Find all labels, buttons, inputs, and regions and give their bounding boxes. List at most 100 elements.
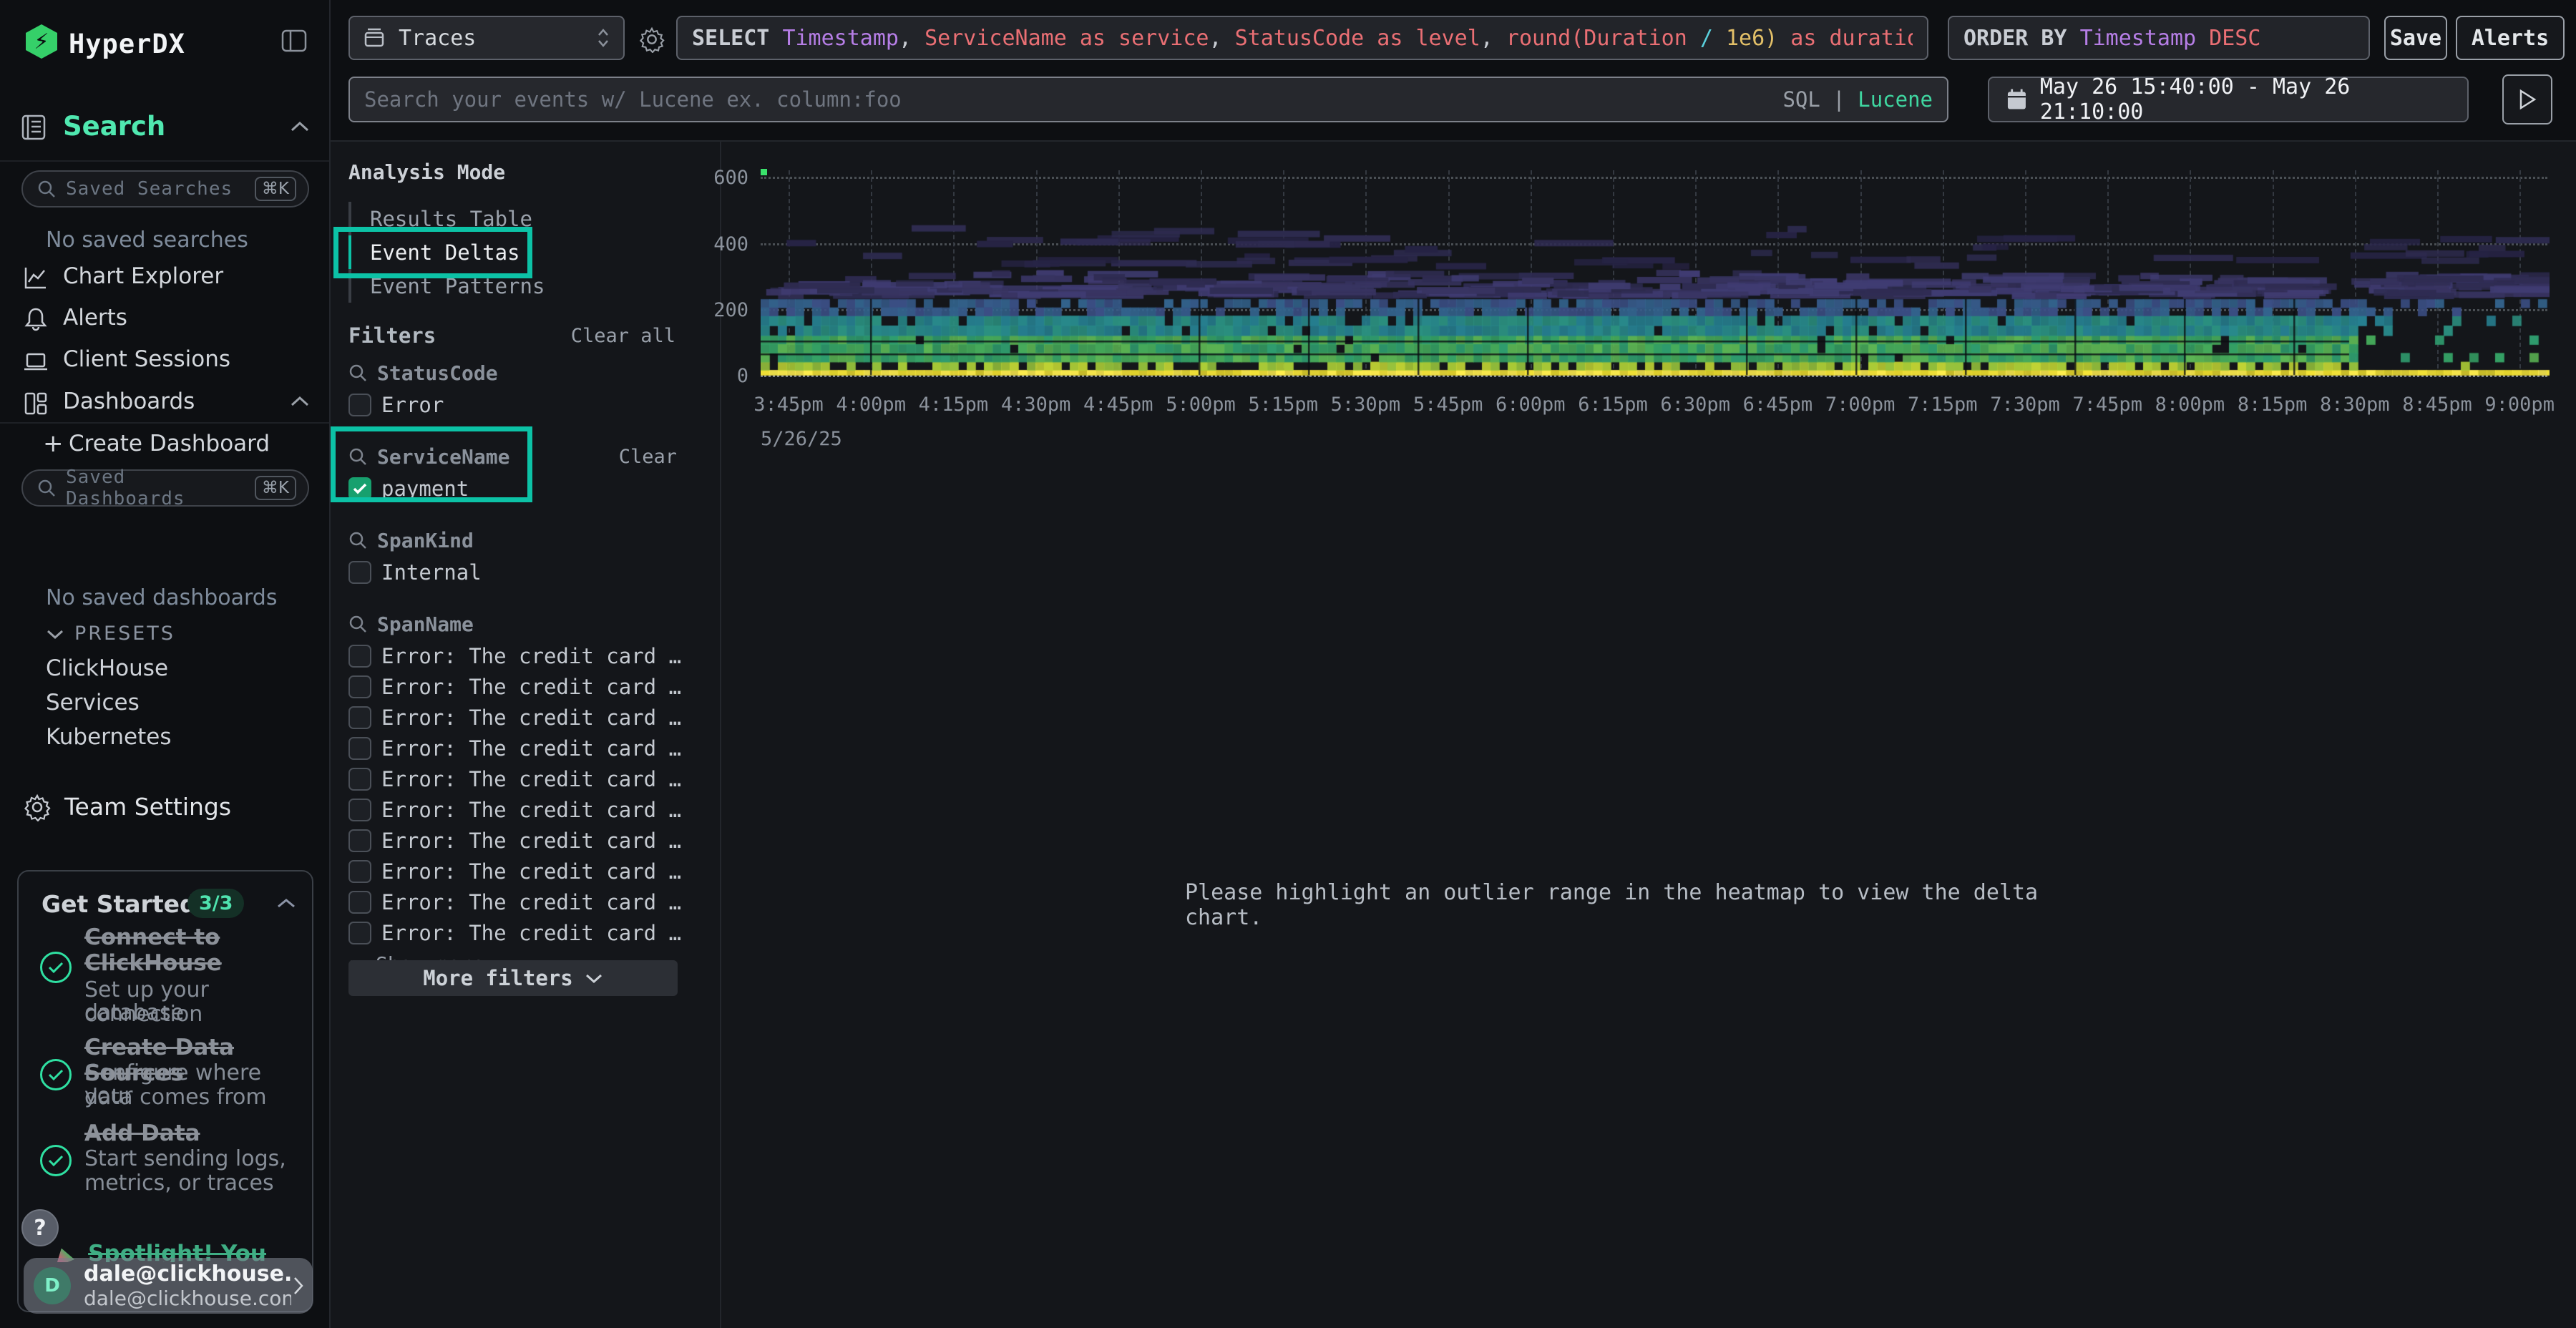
user-org: dale@clickhouse.com's (84, 1286, 291, 1310)
filter-checkbox-row[interactable]: Error: The credit card … (348, 856, 703, 887)
saved-dashboards-input[interactable]: Saved Dashboards ⌘K (21, 469, 309, 507)
plus-icon: + (43, 429, 64, 458)
bell-icon (23, 306, 49, 335)
search-placeholder: Search your events w/ Lucene ex. column:… (364, 87, 902, 112)
help-button[interactable]: ? (21, 1209, 59, 1246)
sidebar-item-alerts[interactable]: Alerts (63, 305, 127, 331)
checkbox-unchecked[interactable] (348, 891, 371, 914)
annotation-box-servicename (331, 426, 532, 502)
filter-checkbox-row[interactable]: Error: The credit card … (348, 887, 703, 917)
date-range-picker[interactable]: May 26 15:40:00 - May 26 21:10:00 (1988, 77, 2469, 122)
filter-value-label: Error: The credit card … (381, 736, 681, 761)
x-tick-label: 8:45pm (2402, 394, 2472, 416)
sql-token: round(Duration (1506, 26, 1687, 51)
create-dashboard-button[interactable]: Create Dashboard (69, 431, 270, 456)
filter-group-label: SpanKind (377, 529, 474, 552)
sql-toggle[interactable]: SQL (1782, 87, 1820, 112)
checkbox-unchecked[interactable] (348, 860, 371, 883)
save-button[interactable]: Save (2384, 16, 2447, 60)
sql-select-editor[interactable]: SELECT Timestamp, ServiceName as service… (676, 16, 1928, 60)
chevron-right-icon (291, 1275, 306, 1297)
x-tick-label: 6:00pm (1496, 394, 1566, 416)
checkbox-unchecked[interactable] (348, 645, 371, 668)
sidebar-item-dashboards[interactable]: Dashboards (63, 389, 195, 414)
user-email: dale@clickhouse.com (84, 1261, 291, 1286)
filter-value-label: Error: The credit card … (381, 767, 681, 791)
presets-header[interactable]: PRESETS (74, 622, 175, 645)
no-saved-searches-text: No saved searches (46, 228, 248, 253)
select-chevrons-icon (596, 26, 610, 49)
x-tick-label: 5:45pm (1413, 394, 1483, 416)
x-tick-label: 8:30pm (2320, 394, 2390, 416)
filter-value-label: Error: The credit card … (381, 859, 681, 884)
source-settings-gear-icon[interactable] (638, 26, 665, 56)
orderby-editor[interactable]: ORDER BY Timestamp DESC (1948, 16, 2370, 60)
sidebar-item-services[interactable]: Services (46, 690, 140, 716)
checkbox-unchecked[interactable] (348, 799, 371, 821)
toggle-divider: | (1833, 87, 1845, 112)
sidebar-item-kubernetes[interactable]: Kubernetes (46, 724, 171, 750)
get-started-title: Get Started (42, 890, 197, 918)
filter-checkbox-row[interactable]: Error: The credit card … (348, 702, 703, 733)
checkbox-unchecked[interactable] (348, 561, 371, 584)
chevron-up-icon[interactable] (289, 120, 311, 136)
sidebar-item-team-settings[interactable]: Team Settings (64, 793, 231, 821)
filter-value-label: Error (381, 393, 444, 417)
filter-checkbox-row[interactable]: Error: The credit card … (348, 671, 703, 702)
filter-checkbox-row[interactable]: Error: The credit card … (348, 763, 703, 794)
lucene-toggle[interactable]: Lucene (1858, 87, 1933, 112)
x-tick-label: 3:45pm (753, 394, 824, 416)
run-query-button[interactable] (2502, 74, 2552, 125)
sidebar-item-chart-explorer[interactable]: Chart Explorer (63, 263, 223, 289)
get-started-item-title: ClickHouse (84, 950, 222, 976)
y-tick-0: 0 (691, 365, 748, 387)
sidebar-item-search[interactable]: Search (63, 111, 165, 142)
x-tick-label: 8:00pm (2155, 394, 2225, 416)
user-menu[interactable]: D dale@clickhouse.com dale@clickhouse.co… (24, 1258, 313, 1314)
filter-checkbox-row[interactable]: Error: The credit card … (348, 825, 703, 856)
lucene-search-input[interactable]: Search your events w/ Lucene ex. column:… (348, 77, 1948, 122)
clear-all-filters-button[interactable]: Clear all (571, 325, 675, 347)
check-circle-icon (40, 1059, 72, 1090)
query-language-toggle[interactable]: SQL | Lucene (1782, 87, 1933, 112)
saved-searches-input[interactable]: Saved Searches ⌘K (21, 170, 309, 208)
get-started-item-sub: connection (84, 1003, 203, 1026)
filter-group-clear-button[interactable]: Clear (619, 446, 677, 468)
checkbox-unchecked[interactable] (348, 829, 371, 852)
checkbox-unchecked[interactable] (348, 922, 371, 944)
checkbox-unchecked[interactable] (348, 706, 371, 729)
chevron-up-icon[interactable] (289, 395, 311, 411)
source-select[interactable]: Traces (348, 16, 625, 60)
filter-checkbox-row[interactable]: Error: The credit card … (348, 794, 703, 825)
x-tick-label: 6:15pm (1578, 394, 1648, 416)
sql-token: , (1480, 26, 1506, 51)
filter-checkbox-row[interactable]: Error: The credit card … (348, 640, 703, 671)
chevron-down-icon[interactable] (46, 628, 64, 643)
x-tick-label: 5:30pm (1331, 394, 1401, 416)
calendar-icon (2006, 88, 2027, 111)
filter-group-label: StatusCode (377, 361, 498, 385)
checkbox-unchecked[interactable] (348, 737, 371, 760)
no-saved-dashboards-text: No saved dashboards (46, 585, 277, 610)
chevron-up-icon[interactable] (276, 897, 296, 912)
checkbox-unchecked[interactable] (348, 394, 371, 416)
sql-token: Timestamp (782, 26, 899, 51)
app-title: HyperDX (69, 29, 185, 59)
dashboards-icon (23, 391, 49, 419)
filter-checkbox-row[interactable]: Error: The credit card … (348, 917, 703, 948)
filter-checkbox-row[interactable]: Internal (348, 557, 703, 587)
filter-checkbox-row[interactable]: Error: The credit card … (348, 733, 703, 763)
duration-heatmap[interactable] (761, 169, 2550, 376)
collapse-sidebar-icon[interactable] (280, 27, 308, 57)
filter-checkbox-row[interactable]: Error (348, 389, 703, 420)
x-tick-label: 7:15pm (1908, 394, 1978, 416)
sql-token: / (1687, 26, 1726, 51)
more-filters-button[interactable]: More filters (348, 960, 678, 996)
alerts-button[interactable]: Alerts (2456, 16, 2565, 60)
sidebar-item-clickhouse[interactable]: ClickHouse (46, 655, 168, 681)
filter-value-label: Error: The credit card … (381, 675, 681, 699)
checkbox-unchecked[interactable] (348, 768, 371, 791)
sidebar-item-client-sessions[interactable]: Client Sessions (63, 346, 230, 372)
sql-token: DESC (2196, 26, 2260, 51)
checkbox-unchecked[interactable] (348, 675, 371, 698)
